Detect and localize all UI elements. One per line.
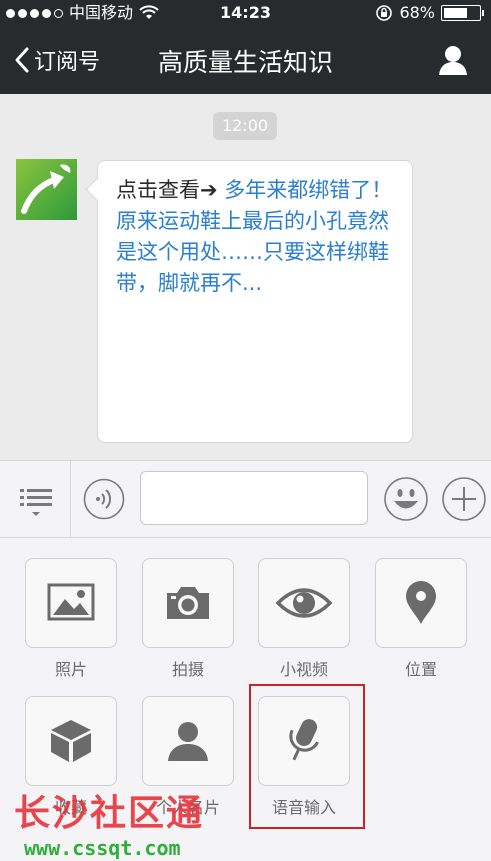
card-tile[interactable] [142, 696, 234, 786]
panel-item-location[interactable]: 位置 [375, 558, 467, 680]
panel-item-label: 拍摄 [171, 660, 204, 679]
list-menu-icon [20, 489, 52, 516]
eye-icon [275, 588, 333, 618]
panel-item-label: 位置 [404, 660, 437, 679]
panel-item-camera[interactable]: 拍摄 [142, 558, 234, 680]
profile-button[interactable] [437, 44, 469, 80]
camera-icon [167, 587, 209, 619]
location-tile[interactable] [375, 558, 467, 648]
camera-tile[interactable] [142, 558, 234, 648]
voice-input-highlight [249, 684, 365, 829]
photo-tile[interactable] [25, 558, 117, 648]
chat-area: 12:00 点击查看➔ 多年来都绑错了！原来运动鞋上最后的小孔竟然是这个用处……… [0, 94, 491, 460]
battery-percent: 68% [399, 3, 435, 22]
watermark-url: www.cssqt.com [24, 836, 181, 860]
message-bubble[interactable]: 点击查看➔ 多年来都绑错了！原来运动鞋上最后的小孔竟然是这个用处……只要这样绑鞋… [97, 160, 413, 443]
watermark: 长沙社区通 www.cssqt.com [14, 784, 204, 860]
message-timestamp: 12:00 [213, 112, 277, 140]
smiley-icon[interactable] [383, 476, 429, 522]
status-bar: 中国移动 14:23 68% [0, 0, 491, 26]
voice-icon[interactable] [83, 478, 125, 520]
message-prefix: 点击查看➔ [116, 178, 225, 202]
menu-toggle-button[interactable] [0, 461, 71, 537]
input-bar [0, 460, 491, 538]
watermark-title: 长沙社区通 [14, 793, 205, 834]
battery-icon [441, 5, 484, 21]
location-pin-icon [406, 581, 436, 624]
nav-bar: 订阅号 高质量生活知识 [0, 26, 491, 94]
panel-item-short-video[interactable]: 小视频 [258, 558, 350, 680]
person-icon [168, 722, 208, 761]
favorites-tile[interactable] [25, 696, 117, 786]
person-icon [439, 46, 467, 75]
plus-icon[interactable] [441, 476, 487, 522]
status-right: 68% [375, 0, 484, 26]
page-title: 高质量生活知识 [157, 48, 333, 77]
rotation-lock-icon [376, 5, 393, 21]
message-input[interactable] [140, 471, 368, 525]
panel-item-label: 小视频 [279, 660, 328, 679]
panel-item-photo[interactable]: 照片 [25, 558, 117, 680]
sender-avatar[interactable] [16, 159, 77, 220]
video-tile[interactable] [258, 558, 350, 648]
cube-icon [51, 720, 91, 762]
photo-icon [47, 583, 95, 621]
panel-item-label: 照片 [54, 660, 87, 679]
